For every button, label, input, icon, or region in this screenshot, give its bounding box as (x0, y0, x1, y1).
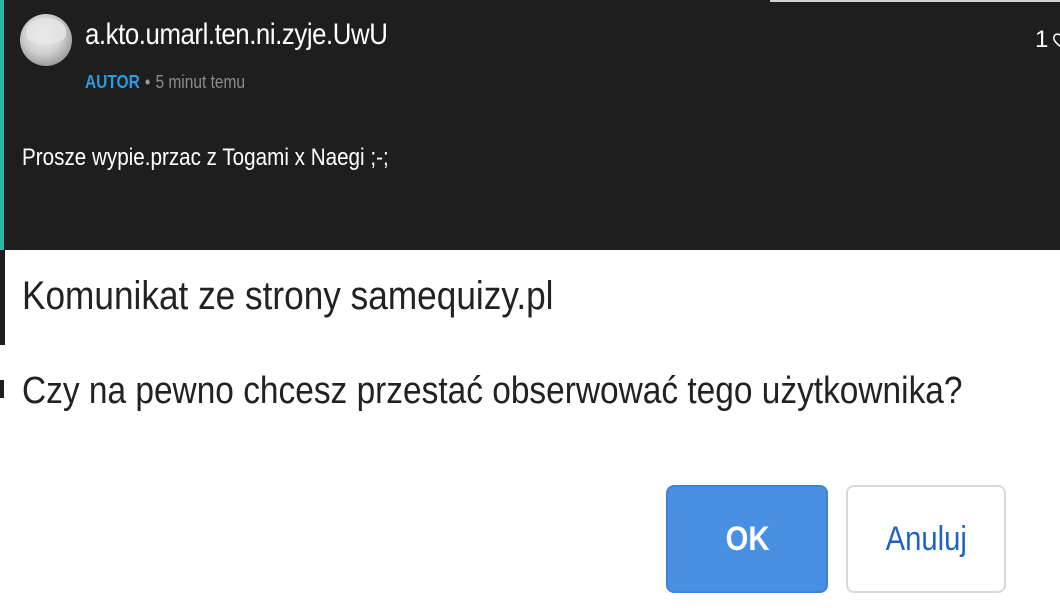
page-edge (0, 250, 5, 345)
ok-button[interactable]: OK (666, 485, 828, 593)
comment-timestamp: 5 minut temu (155, 72, 245, 92)
cancel-button-label: Anuluj (885, 519, 967, 558)
comment-card: a.kto.umarl.ten.ni.zyje.UwU AUTOR • 5 minu… (0, 0, 1060, 250)
comment-meta: AUTOR • 5 minut temu (85, 72, 245, 93)
divider (770, 0, 1060, 2)
dialog-message: Czy na pewno chcesz przestać obserwować … (22, 370, 963, 412)
dialog-title: Komunikat ze strony samequizy.pl (22, 274, 554, 318)
like-count: 1 (1035, 26, 1049, 53)
ok-button-label: OK (725, 519, 769, 558)
comment-username[interactable]: a.kto.umarl.ten.ni.zyje.UwU (85, 18, 388, 52)
meta-separator: • (144, 72, 151, 92)
heart-outline-icon (1053, 33, 1060, 47)
confirm-dialog: Komunikat ze strony samequizy.pl Czy na … (0, 250, 1060, 608)
comment-accent-bar (0, 0, 4, 250)
comment-text: Prosze wypie.przac z Togami x Naegi ;-; (22, 144, 389, 171)
cancel-button[interactable]: Anuluj (846, 485, 1006, 593)
page-edge-fragment (0, 380, 4, 398)
avatar[interactable] (20, 14, 72, 66)
author-badge: AUTOR (85, 72, 140, 92)
like-button[interactable]: 1 (1035, 26, 1060, 54)
avatar-image (26, 18, 66, 44)
